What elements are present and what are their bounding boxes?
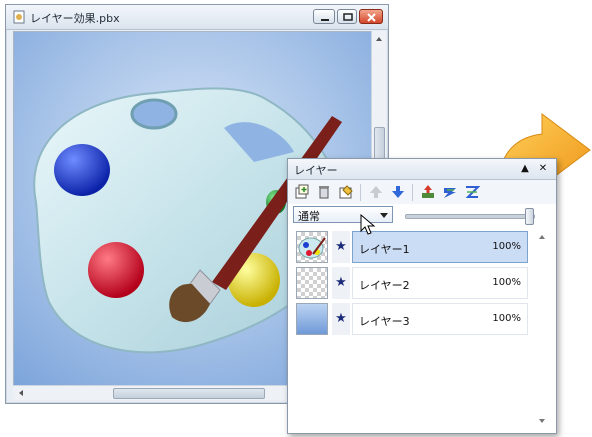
layer-properties-icon[interactable] (338, 184, 354, 200)
collapse-icon[interactable]: ▲ (518, 162, 532, 176)
close-icon (367, 13, 376, 22)
layer-thumbnail (296, 303, 328, 335)
scroll-left-icon[interactable] (15, 387, 27, 399)
panel-titlebar[interactable]: レイヤー ▲ ✕ (288, 159, 556, 180)
layer-row[interactable]: ★ レイヤー1 100% (292, 229, 532, 265)
opacity-slider-handle[interactable] (525, 208, 534, 225)
mouse-cursor-icon (360, 214, 376, 235)
scroll-up-icon[interactable] (373, 33, 385, 45)
toolbar-separator (360, 184, 361, 201)
layers-panel: レイヤー ▲ ✕ 通常 ★ レイヤー1 100% ★ レイヤー2 100% ★ … (287, 158, 557, 434)
layer-name-cell[interactable]: レイヤー3 100% (352, 303, 528, 335)
blend-mode-select[interactable]: 通常 (293, 206, 393, 223)
maximize-button[interactable] (337, 9, 357, 24)
layer-name: レイヤー1 (359, 243, 410, 256)
maximize-icon (343, 13, 353, 21)
minimize-icon (321, 19, 329, 21)
layer-opacity: 100% (492, 241, 521, 252)
star-icon[interactable]: ★ (332, 267, 350, 299)
new-layer-icon[interactable] (294, 184, 310, 200)
merge-visible-icon[interactable] (442, 184, 458, 200)
panel-close-icon[interactable]: ✕ (536, 162, 550, 176)
merge-down-icon[interactable] (420, 184, 436, 200)
layer-name: レイヤー3 (359, 315, 410, 328)
panel-title: レイヤー (294, 164, 338, 177)
layer-thumbnail (296, 231, 328, 263)
layer-thumbnail (296, 267, 328, 299)
layer-list-scrollbar[interactable] (535, 229, 549, 429)
layer-name: レイヤー2 (359, 279, 410, 292)
star-icon[interactable]: ★ (332, 303, 350, 335)
layer-list: ★ レイヤー1 100% ★ レイヤー2 100% ★ レイヤー3 100% (292, 229, 532, 429)
layer-row[interactable]: ★ レイヤー2 100% (292, 265, 532, 301)
layer-opacity: 100% (492, 313, 521, 324)
layer-name-cell[interactable]: レイヤー1 100% (352, 231, 528, 263)
chevron-down-icon (380, 213, 388, 218)
delete-layer-icon[interactable] (316, 184, 332, 200)
opacity-slider[interactable] (405, 208, 535, 225)
layer-row[interactable]: ★ レイヤー3 100% (292, 301, 532, 337)
toolbar-separator-2 (412, 184, 413, 201)
horizontal-scroll-thumb[interactable] (113, 388, 265, 399)
layer-name-cell[interactable]: レイヤー2 100% (352, 267, 528, 299)
layer-opacity: 100% (492, 277, 521, 288)
move-layer-up-icon[interactable] (368, 184, 384, 200)
star-icon[interactable]: ★ (332, 231, 350, 263)
move-layer-down-icon[interactable] (390, 184, 406, 200)
minimize-button[interactable] (313, 9, 335, 24)
layers-toolbar (288, 180, 556, 204)
app-document-icon (13, 10, 25, 24)
blend-mode-value: 通常 (298, 210, 320, 223)
scroll-up-icon[interactable] (536, 231, 548, 243)
window-title: レイヤー効果.pbx (30, 12, 120, 25)
flatten-icon[interactable] (464, 184, 480, 200)
window-titlebar[interactable]: レイヤー効果.pbx (6, 5, 388, 30)
scroll-down-icon[interactable] (536, 415, 548, 427)
close-button[interactable] (359, 9, 383, 24)
